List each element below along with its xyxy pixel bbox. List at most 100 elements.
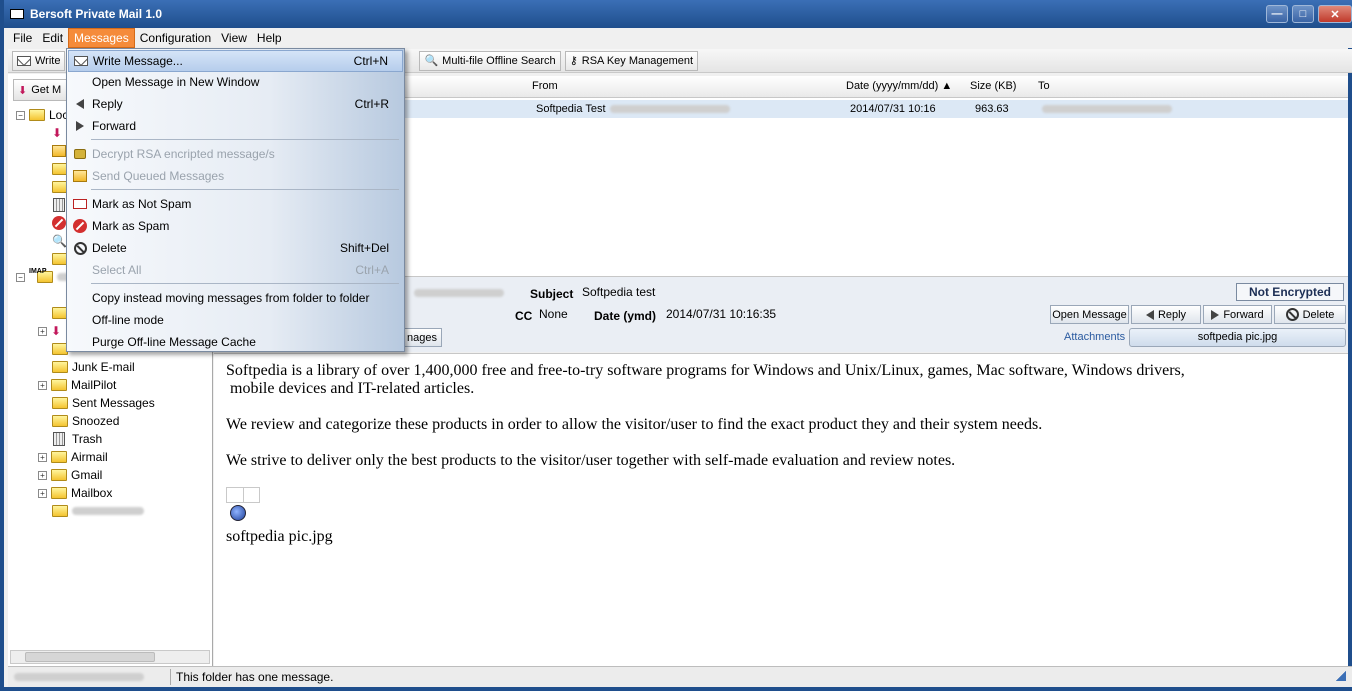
cc-value: None [539, 307, 568, 321]
sender-email-redacted [610, 105, 730, 113]
from-redacted [414, 289, 504, 297]
search-folder-icon: 🔍 [52, 234, 67, 248]
tree-node-junk-email[interactable]: Junk E-mail [52, 358, 135, 376]
not-spam-icon [72, 196, 88, 212]
tree-node-inbox[interactable]: ⬇ [52, 124, 62, 142]
tree-node-mailbox[interactable]: + Mailbox [38, 484, 112, 502]
cc-label: CC [515, 309, 533, 323]
delete-button[interactable]: Delete [1274, 305, 1346, 324]
column-size[interactable]: Size (KB) [970, 80, 1016, 92]
recipient-redacted [1042, 105, 1172, 113]
forward-button[interactable]: Forward [1203, 305, 1272, 324]
encryption-status-badge: Not Encrypted [1236, 283, 1344, 301]
outbox-icon [72, 168, 88, 184]
menu-help[interactable]: Help [252, 29, 287, 47]
body-paragraph: We strive to deliver only the best produ… [226, 452, 956, 469]
status-bar: This folder has one message. [8, 666, 1352, 687]
minimize-button[interactable]: — [1266, 5, 1288, 23]
tree-node-redacted[interactable] [52, 502, 144, 520]
tree-node-inbox[interactable]: + ⬇ [38, 322, 61, 340]
folder-icon [51, 487, 67, 499]
expand-icon[interactable]: + [38, 380, 47, 390]
tree-node-search[interactable]: 🔍 [52, 232, 67, 250]
menu-messages[interactable]: Messages [68, 28, 135, 48]
menu-item-forward[interactable]: Forward [68, 115, 403, 137]
tree-node-trash[interactable]: Trash [53, 430, 102, 448]
expand-icon[interactable]: + [38, 488, 47, 498]
resize-grip-icon[interactable] [1336, 671, 1346, 681]
menu-item-not-spam[interactable]: Mark as Not Spam [68, 193, 403, 215]
tree-node-trash[interactable] [53, 196, 65, 214]
tree-node-outbox[interactable] [52, 142, 66, 160]
menu-item-reply[interactable]: Reply Ctrl+R [68, 93, 403, 115]
menu-item-delete[interactable]: Delete Shift+Del [68, 237, 403, 259]
menu-item-send-queued[interactable]: Send Queued Messages [68, 165, 403, 187]
subject-value: Softpedia test [582, 285, 656, 299]
collapse-icon[interactable]: − [16, 110, 25, 120]
offline-search-button[interactable]: 🔍 Multi-file Offline Search [419, 50, 561, 71]
menu-item-offline-mode[interactable]: Off-line mode [68, 309, 403, 331]
tree-node-mailpilot[interactable]: + MailPilot [38, 376, 116, 394]
expand-icon[interactable]: + [38, 326, 47, 336]
open-message-button[interactable]: Open Message [1050, 305, 1129, 324]
outbox-icon [52, 145, 66, 157]
tree-node-sent-messages[interactable]: Sent Messages [52, 394, 155, 412]
row-date: 2014/07/31 10:16 [850, 103, 936, 115]
folder-icon [51, 469, 67, 481]
image-placeholder [226, 487, 260, 503]
menu-item-write-message[interactable]: Write Message... Ctrl+N [68, 50, 403, 72]
expand-icon[interactable]: + [38, 470, 47, 480]
menu-item-copy-instead[interactable]: Copy instead moving messages from folder… [68, 287, 403, 309]
reply-icon [72, 96, 88, 112]
write-button[interactable]: Write [12, 50, 66, 71]
tree-node-airmail[interactable]: + Airmail [38, 448, 108, 466]
app-icon [10, 9, 24, 19]
scrollbar-thumb[interactable] [25, 652, 155, 662]
subject-label: Subject [530, 287, 574, 301]
close-button[interactable]: ✕ [1318, 5, 1352, 23]
column-to[interactable]: To [1038, 80, 1050, 92]
menu-bar: File Edit Messages Configuration View He… [8, 28, 1352, 48]
maximize-button[interactable]: □ [1292, 5, 1314, 23]
menu-item-select-all[interactable]: Select All Ctrl+A [68, 259, 403, 281]
get-mail-button[interactable]: ⬇ Get M [13, 79, 73, 101]
search-icon: 🔍 [424, 55, 439, 67]
trash-icon [53, 432, 65, 446]
messages-dropdown-menu: Write Message... Ctrl+N Open Message in … [66, 48, 405, 352]
tree-node-local[interactable]: − Loc [16, 106, 68, 124]
trash-icon [53, 198, 65, 212]
row-size: 963.63 [975, 103, 1009, 115]
title-bar: Bersoft Private Mail 1.0 — □ ✕ [4, 0, 1352, 28]
menu-file[interactable]: File [8, 29, 37, 47]
delete-icon [72, 240, 88, 256]
status-text: This folder has one message. [176, 670, 334, 684]
tree-node-snoozed[interactable]: Snoozed [52, 412, 119, 430]
menu-item-decrypt[interactable]: Decrypt RSA encripted message/s [68, 143, 403, 165]
menu-edit[interactable]: Edit [37, 29, 68, 47]
spam-icon [52, 216, 66, 230]
tree-node-gmail[interactable]: + Gmail [38, 466, 102, 484]
expand-icon[interactable]: + [38, 452, 47, 462]
collapse-icon[interactable]: − [16, 272, 25, 282]
menu-item-purge-cache[interactable]: Purge Off-line Message Cache [68, 331, 403, 353]
attachment-chip[interactable]: softpedia pic.jpg [1129, 328, 1346, 347]
reply-button[interactable]: Reply [1131, 305, 1201, 324]
write-icon [17, 55, 31, 66]
tree-node-spam[interactable] [52, 214, 66, 232]
column-from[interactable]: From [532, 80, 558, 92]
folder-icon [51, 379, 67, 391]
menu-configuration[interactable]: Configuration [135, 29, 216, 47]
globe-icon[interactable] [230, 505, 246, 521]
rsa-key-button[interactable]: ⚷ RSA Key Management [564, 50, 699, 71]
attachments-label: Attachments [1064, 331, 1126, 343]
column-date[interactable]: Date (yyyy/mm/dd) ▲ [846, 80, 952, 92]
menu-item-open-new-window[interactable]: Open Message in New Window [68, 71, 403, 93]
imap-icon: IMAP [29, 267, 47, 275]
window-title: Bersoft Private Mail 1.0 [30, 7, 163, 21]
spam-icon [72, 218, 88, 234]
date-value: 2014/07/31 10:16:35 [666, 307, 777, 321]
menu-view[interactable]: View [216, 29, 252, 47]
tree-horizontal-scrollbar[interactable] [10, 650, 210, 664]
folder-icon [52, 505, 68, 517]
menu-item-spam[interactable]: Mark as Spam [68, 215, 403, 237]
